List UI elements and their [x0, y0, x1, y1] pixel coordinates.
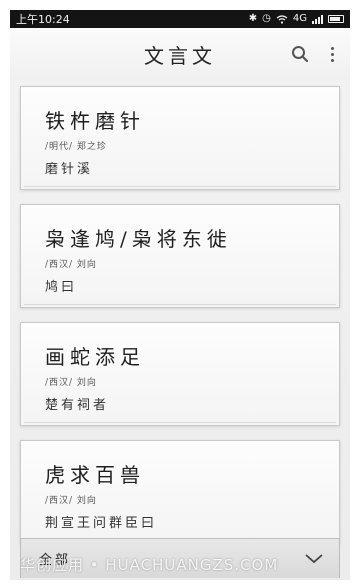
alarm-icon: ◷: [262, 13, 271, 24]
battery-icon: [328, 15, 344, 23]
screen: 上午10:24 ✱ ◷ 4G 文言文 铁杵磨针 /明代/ 郑之珍 磨针溪 枭逢鸠…: [0, 0, 360, 587]
app-window: 文言文 铁杵磨针 /明代/ 郑之珍 磨针溪 枭逢鸠/枭将东徙 /西汉/ 刘向 鸠…: [10, 28, 350, 580]
category-filter-dropdown[interactable]: 全部: [20, 538, 340, 578]
article-author: /西汉/ 刘向: [45, 260, 97, 270]
network-type: 4G: [292, 13, 307, 24]
article-title: 虎求百兽: [45, 463, 145, 487]
article-card-1[interactable]: 铁杵磨针 /明代/ 郑之珍 磨针溪: [20, 86, 340, 190]
status-time: 上午10:24: [16, 13, 70, 26]
article-subtitle: 鸠曰: [45, 280, 78, 295]
signal-icon: [312, 14, 323, 24]
article-card-3[interactable]: 画蛇添足 /西汉/ 刘向 楚有祠者: [20, 322, 340, 426]
status-bar: 上午10:24 ✱ ◷ 4G: [10, 10, 350, 28]
article-subtitle: 楚有祠者: [45, 398, 110, 413]
article-card-4[interactable]: 虎求百兽 /西汉/ 刘向 荆宣王问群臣曰: [20, 440, 340, 544]
status-icons: ✱ ◷ 4G: [249, 14, 344, 24]
article-author: /西汉/ 刘向: [45, 496, 97, 506]
search-icon: [292, 46, 309, 63]
wifi-icon: [276, 14, 288, 24]
article-author: /西汉/ 刘向: [45, 378, 97, 388]
article-list: 铁杵磨针 /明代/ 郑之珍 磨针溪 枭逢鸠/枭将东徙 /西汉/ 刘向 鸠曰 画蛇…: [10, 80, 350, 580]
article-title: 画蛇添足: [45, 345, 145, 369]
more-vertical-icon[interactable]: [324, 42, 340, 66]
article-card-2[interactable]: 枭逢鸠/枭将东徙 /西汉/ 刘向 鸠曰: [20, 204, 340, 308]
search-button[interactable]: [288, 42, 312, 66]
article-title: 铁杵磨针: [45, 109, 145, 133]
article-subtitle: 磨针溪: [45, 162, 94, 177]
article-author: /明代/ 郑之珍: [45, 142, 107, 152]
bluetooth-icon: ✱: [248, 13, 258, 24]
article-subtitle: 荆宣王问群臣曰: [45, 516, 158, 531]
page-title: 文言文: [144, 43, 216, 68]
filter-label: 全部: [39, 553, 72, 568]
chevron-down-icon: [305, 553, 323, 563]
article-title: 枭逢鸠/枭将东徙: [45, 227, 232, 251]
app-bar: 文言文: [10, 28, 350, 80]
